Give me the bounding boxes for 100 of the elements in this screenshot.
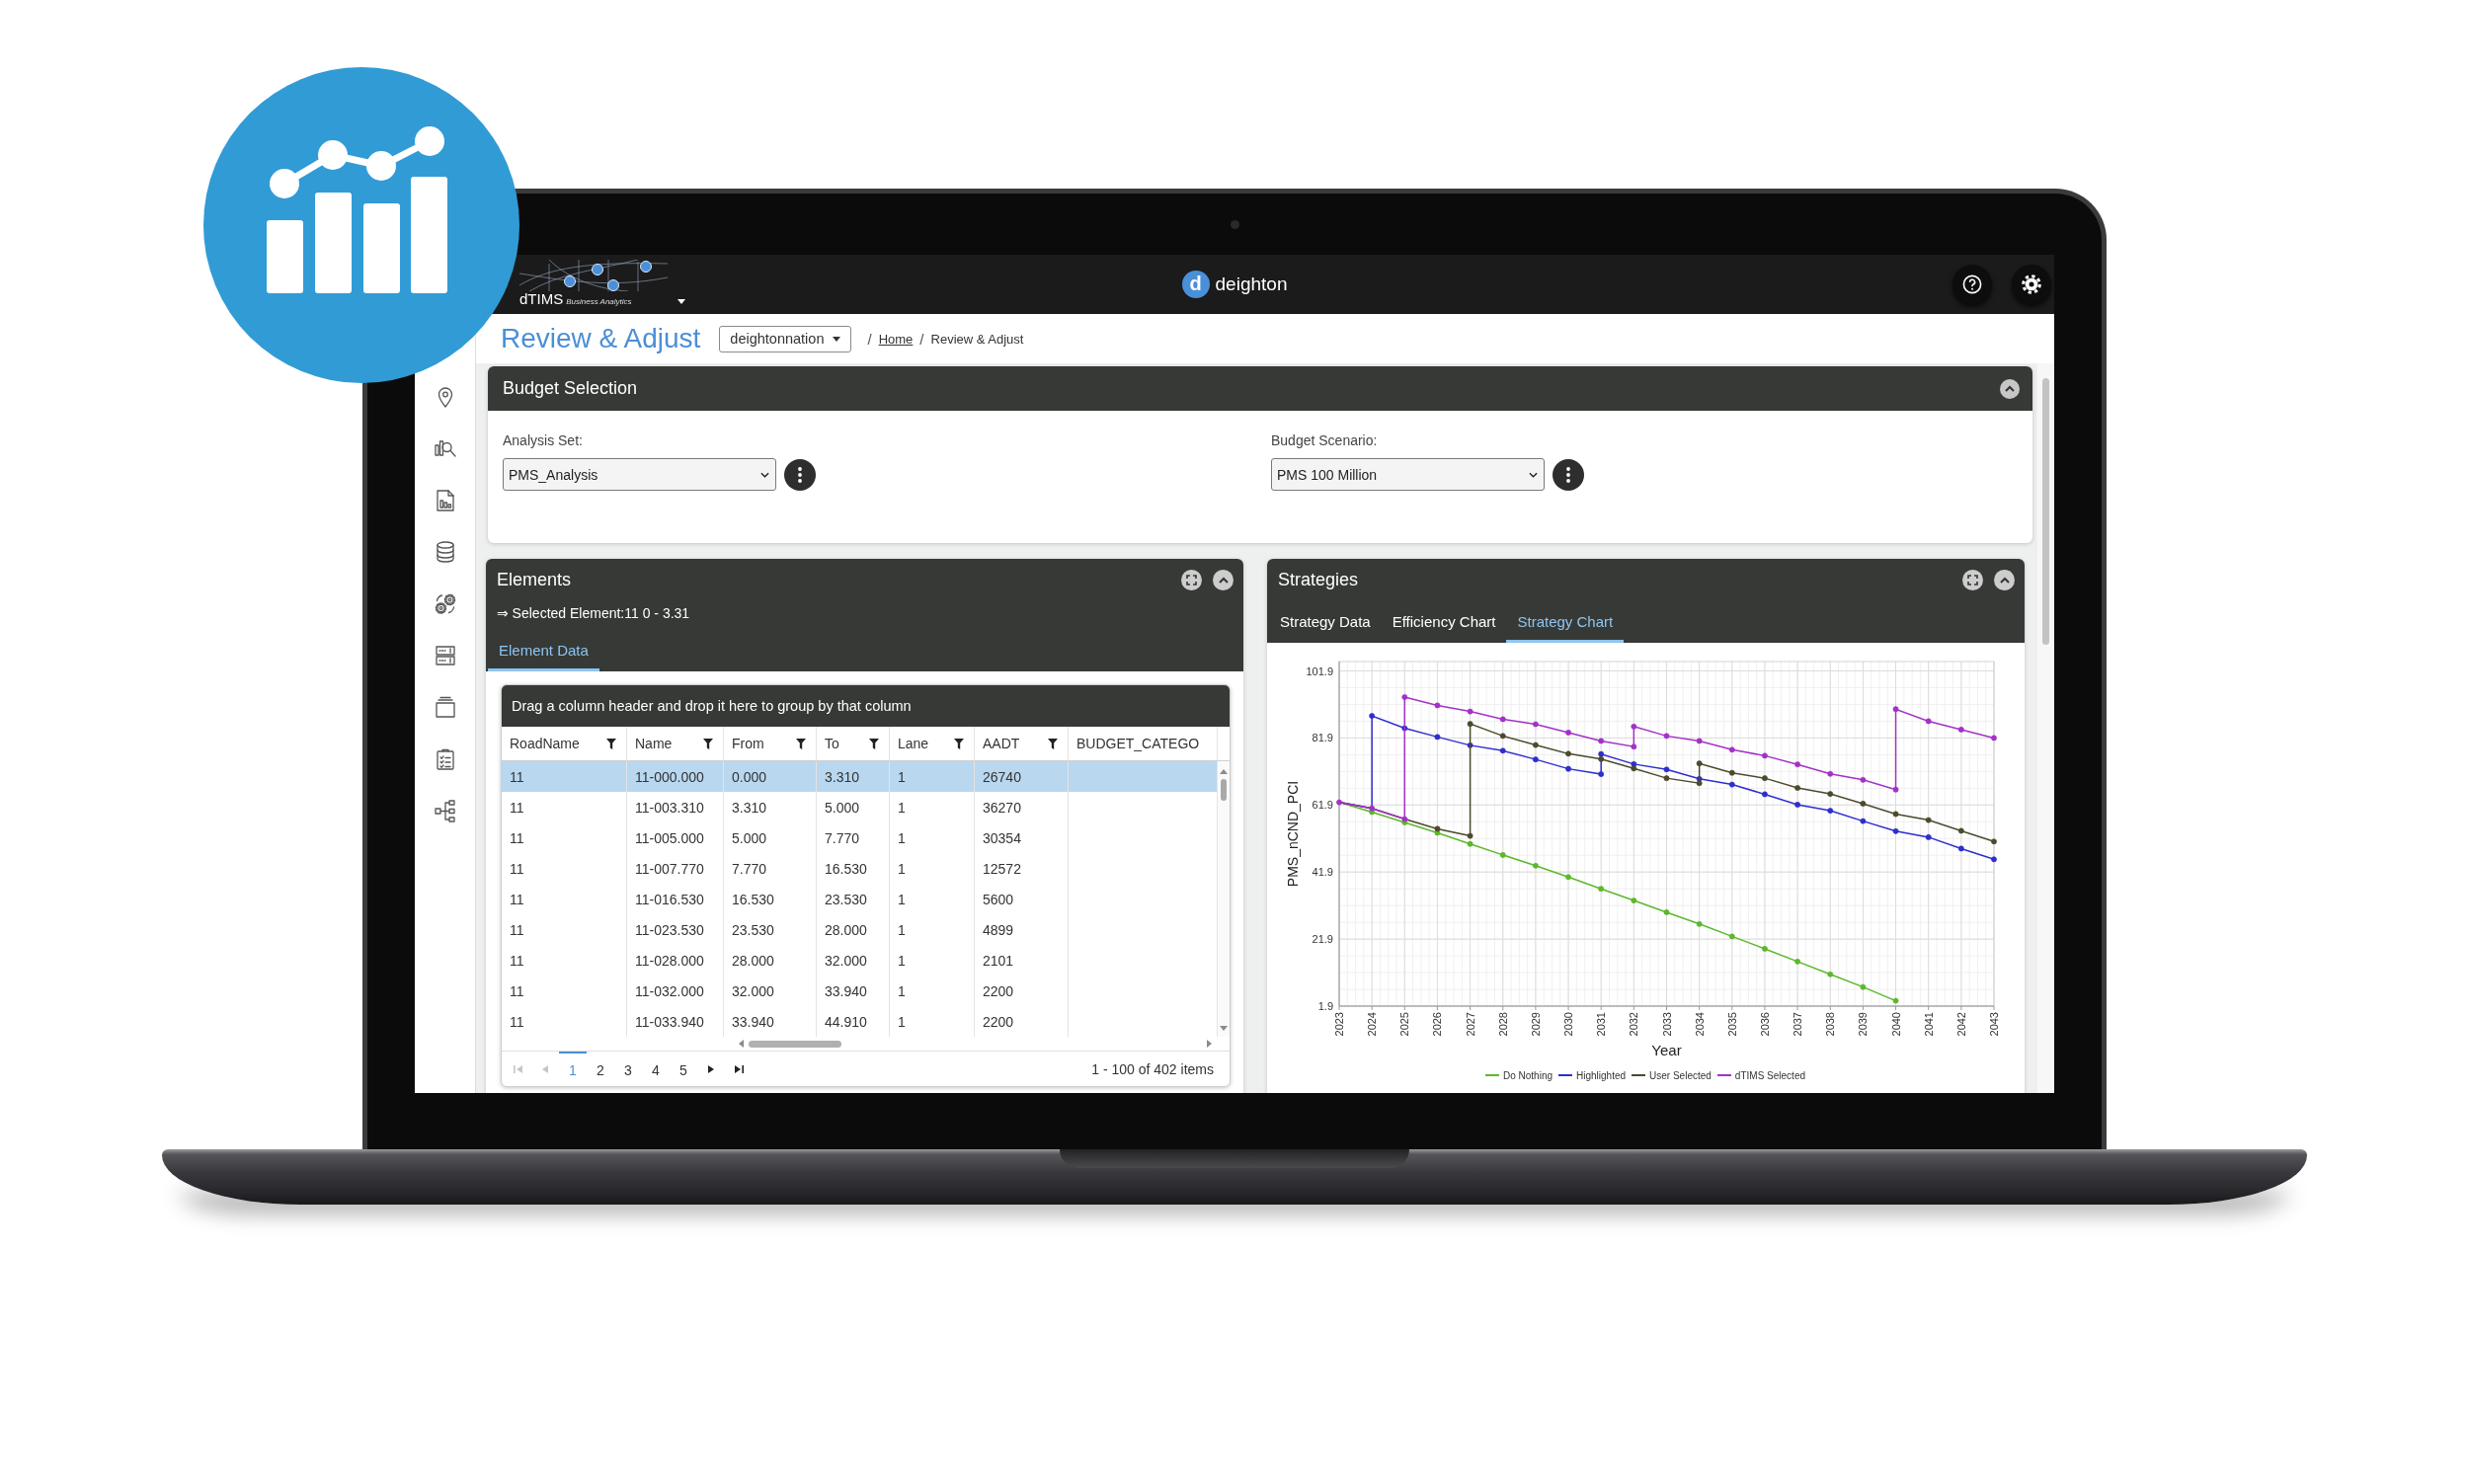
table-cell: 2101 xyxy=(975,945,1069,976)
table-cell: 11 xyxy=(502,853,627,884)
table-cell: 1 xyxy=(890,1006,975,1037)
table-cell: 1 xyxy=(890,761,975,792)
y-tick-label: 1.9 xyxy=(1317,1000,1333,1012)
x-tick-label: 2028 xyxy=(1496,1012,1509,1037)
x-tick-label: 2038 xyxy=(1824,1012,1837,1037)
table-cell: 3.310 xyxy=(817,761,890,792)
table-cell: 1 xyxy=(890,976,975,1006)
page-title: Review & Adjust xyxy=(501,323,701,354)
group-drop-zone: Drag a column header and drop it here to group by that column xyxy=(502,685,1230,727)
logo-text: dTIMS xyxy=(519,290,564,307)
x-tick-label: 2040 xyxy=(1889,1012,1902,1037)
table-cell: 11 xyxy=(502,1006,627,1037)
table-cell: 1 xyxy=(890,822,975,853)
table-cell: 5.000 xyxy=(724,822,817,853)
table-cell: 7.770 xyxy=(724,853,817,884)
legend-label: User Selected xyxy=(1649,1069,1712,1081)
table-cell: 2200 xyxy=(975,1006,1069,1037)
table-cell: 1 xyxy=(890,914,975,945)
x-tick-label: 2034 xyxy=(1693,1012,1706,1037)
y-tick-label: 21.9 xyxy=(1312,933,1333,946)
y-tick-label: 41.9 xyxy=(1312,866,1333,879)
table-cell: 26740 xyxy=(975,761,1069,792)
table-cell: 32.000 xyxy=(817,945,890,976)
table-cell: 1 xyxy=(890,853,975,884)
table-cell: 12572 xyxy=(975,853,1069,884)
table-cell: 16.530 xyxy=(724,884,817,914)
table-cell: 11-000.000 xyxy=(627,761,724,792)
table-cell: 7.770 xyxy=(817,822,890,853)
table-cell: 23.530 xyxy=(724,914,817,945)
table-cell: 11-003.310 xyxy=(627,792,724,822)
table-cell: 11-007.770 xyxy=(627,853,724,884)
axis-title: PMS_nCND_PCI xyxy=(1285,780,1301,888)
table-cell: 33.940 xyxy=(724,1006,817,1037)
x-tick-label: 2031 xyxy=(1595,1012,1608,1037)
x-tick-label: 2042 xyxy=(1954,1012,1967,1037)
x-tick-label: 2035 xyxy=(1725,1012,1738,1037)
legend-label: dTIMS Selected xyxy=(1734,1069,1805,1081)
table-cell: 2200 xyxy=(975,976,1069,1006)
table-cell: 23.530 xyxy=(817,884,890,914)
table-cell: 4899 xyxy=(975,914,1069,945)
x-tick-label: 2039 xyxy=(1857,1012,1870,1037)
breadcrumb-current: Review & Adjust xyxy=(930,331,1024,347)
axis-title: Year xyxy=(1651,1042,1682,1057)
y-tick-label: 101.9 xyxy=(1306,664,1333,677)
panel-title: Elements xyxy=(497,569,572,590)
table-cell: 11 xyxy=(502,976,627,1006)
table-cell: 16.530 xyxy=(817,853,890,884)
table-cell: 11-032.000 xyxy=(627,976,724,1006)
table-cell: 5.000 xyxy=(817,792,890,822)
x-tick-label: 2029 xyxy=(1529,1012,1542,1037)
table-cell: 11 xyxy=(502,792,627,822)
x-tick-label: 2023 xyxy=(1333,1012,1345,1037)
table-cell: 32.000 xyxy=(724,976,817,1006)
table-cell: 11-005.000 xyxy=(627,822,724,853)
selected-element-label: ⇒ Selected Element:11 0 - 3.31 xyxy=(497,604,691,622)
x-tick-label: 2025 xyxy=(1398,1012,1411,1037)
brand-name: deighton xyxy=(1215,273,1288,295)
table-cell: 0.000 xyxy=(724,761,817,792)
x-tick-label: 2026 xyxy=(1431,1012,1444,1037)
table-cell: 28.000 xyxy=(817,914,890,945)
table-cell: 11 xyxy=(502,761,627,792)
logo-tagline: Business Analytics xyxy=(566,295,632,308)
y-tick-label: 61.9 xyxy=(1312,799,1333,812)
table-cell: 3.310 xyxy=(724,792,817,822)
breadcrumb-separator: / xyxy=(867,330,872,348)
x-tick-label: 2041 xyxy=(1922,1012,1935,1037)
table-cell: 11 xyxy=(502,822,627,853)
table-cell: 5600 xyxy=(975,884,1069,914)
legend-label: Do Nothing xyxy=(1502,1069,1553,1081)
table-cell: 44.910 xyxy=(817,1006,890,1037)
panel-title: Budget Selection xyxy=(503,378,638,399)
brand-mark: d xyxy=(1181,271,1210,298)
table-cell: 36270 xyxy=(975,792,1069,822)
table-cell: 11-016.530 xyxy=(627,884,724,914)
x-tick-label: 2027 xyxy=(1464,1012,1476,1037)
table-cell: 11 xyxy=(502,884,627,914)
field-label: Analysis Set: xyxy=(503,431,584,449)
table-cell: 30354 xyxy=(975,822,1069,853)
x-tick-label: 2033 xyxy=(1660,1012,1673,1037)
x-tick-label: 2037 xyxy=(1792,1012,1804,1037)
pager-summary: 1 - 100 of 402 items xyxy=(1091,1060,1214,1077)
x-tick-label: 2036 xyxy=(1758,1012,1771,1037)
x-tick-label: 2032 xyxy=(1628,1012,1640,1037)
x-tick-label: 2030 xyxy=(1562,1012,1575,1037)
table-cell: 11-033.940 xyxy=(627,1006,724,1037)
table-cell: 11 xyxy=(502,945,627,976)
table-cell: 11-023.530 xyxy=(627,914,724,945)
table-cell: 28.000 xyxy=(724,945,817,976)
table-cell: 11-028.000 xyxy=(627,945,724,976)
y-tick-label: 81.9 xyxy=(1312,732,1333,744)
panel-title: Strategies xyxy=(1278,569,1359,590)
field-label: Budget Scenario: xyxy=(1271,431,1379,449)
breadcrumb-separator: / xyxy=(919,330,924,348)
table-cell: 1 xyxy=(890,884,975,914)
x-tick-label: 2024 xyxy=(1366,1012,1379,1037)
table-cell: 11 xyxy=(502,914,627,945)
table-cell: 1 xyxy=(890,792,975,822)
legend-label: Highlighted xyxy=(1576,1069,1627,1081)
